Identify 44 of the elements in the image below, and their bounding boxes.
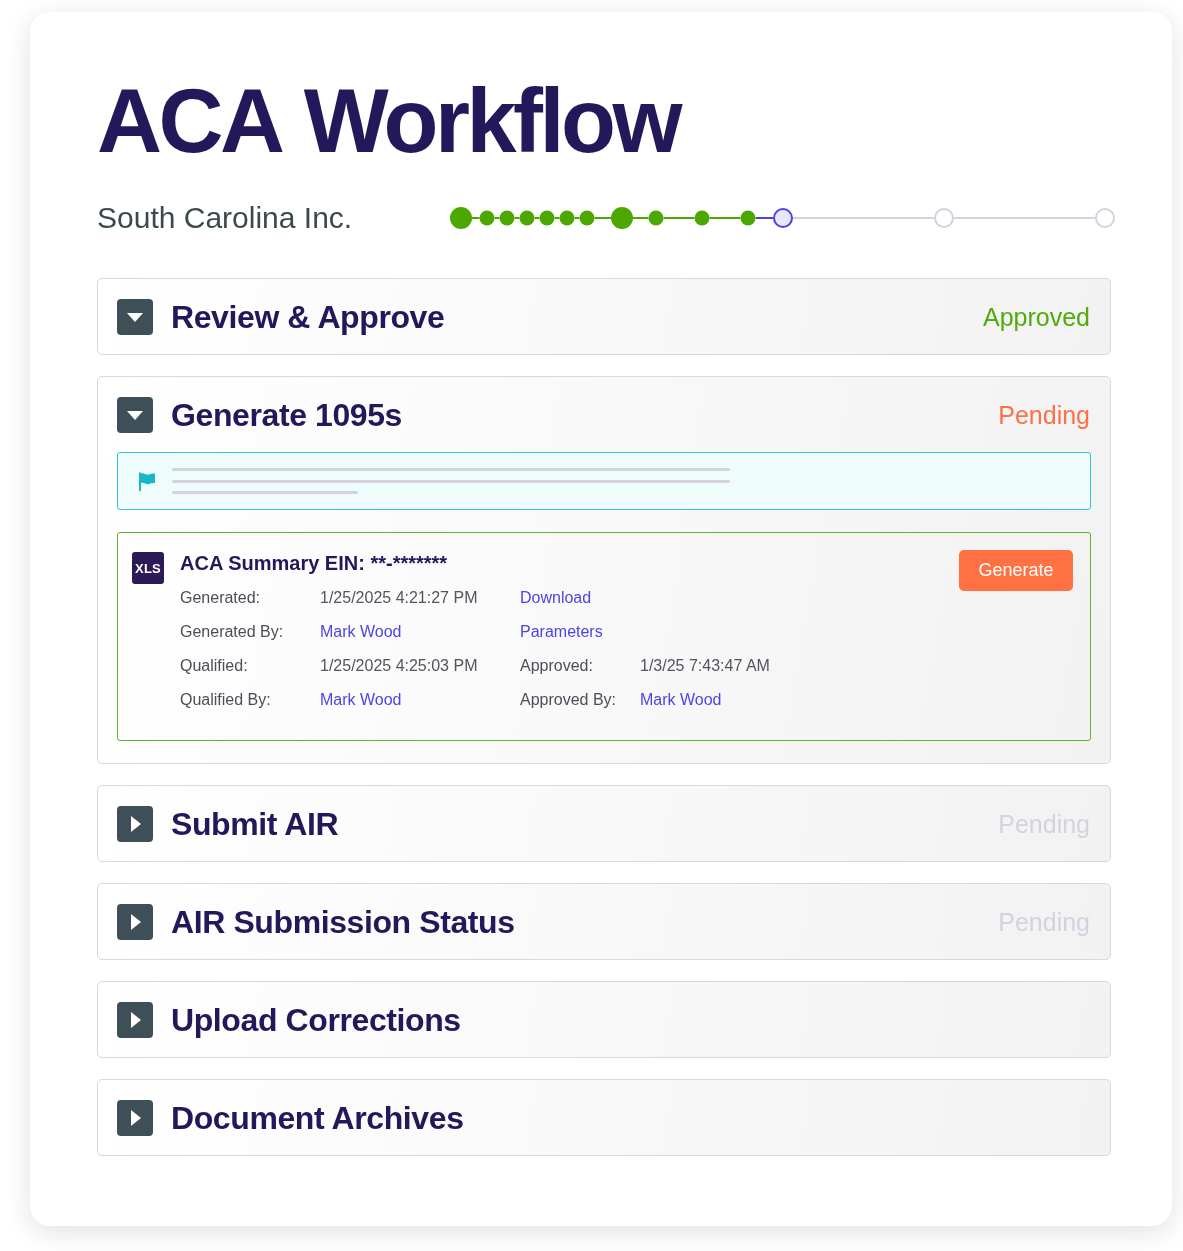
detail-label: Qualified By: [180,690,271,710]
section-title[interactable]: AIR Submission Status [171,901,981,942]
section-title[interactable]: Review & Approve [171,296,965,337]
step-connector [754,217,774,219]
step-connector [593,217,612,219]
section-title[interactable]: Submit AIR [171,803,981,844]
detail-link[interactable]: Download [520,588,592,608]
detail-link[interactable]: Mark Wood [640,690,722,710]
document-title: ACA Summary EIN: **-******* [180,551,448,576]
file-type-tag: XLS [132,552,164,584]
detail-label: Generated: [180,588,261,608]
detail-link[interactable]: Mark Wood [320,622,402,642]
detail-value: 1/3/25 7:43:47 AM [640,656,770,676]
status-label: Pending [998,399,1090,430]
page-title: ACA Workflow [97,76,681,166]
caret-right-icon[interactable] [117,805,153,842]
caret-right-icon[interactable] [117,1099,153,1136]
detail-label: Approved By: [520,690,617,710]
step-connector [471,217,481,219]
step-connector [632,217,650,219]
section-title[interactable]: Document Archives [171,1097,1090,1138]
detail-value: 1/25/2025 4:21:27 PM [320,588,478,608]
caret-right-icon[interactable] [117,1001,153,1038]
detail-label: Approved: [520,656,593,676]
detail-link[interactable]: Mark Wood [320,690,402,710]
detail-label: Generated By: [180,622,284,642]
section-title[interactable]: Upload Corrections [171,999,1090,1040]
step-connector [513,217,521,219]
caret-down-icon[interactable] [117,396,153,433]
step-connector [553,217,561,219]
step-connector [493,217,501,219]
flag-icon [138,471,155,491]
detail-label: Qualified: [180,656,248,676]
step-connector [708,217,742,219]
step-connector [573,217,581,219]
detail-link[interactable]: Parameters [520,622,603,642]
status-label: Approved [982,301,1090,332]
caret-down-icon[interactable] [117,298,153,335]
step-connector [662,217,696,219]
section-title[interactable]: Generate 1095s [171,394,981,435]
caret-right-icon[interactable] [117,903,153,940]
company-name: South Carolina Inc. [97,200,353,236]
detail-value: 1/25/2025 4:25:03 PM [320,656,478,676]
step-connector [533,217,541,219]
